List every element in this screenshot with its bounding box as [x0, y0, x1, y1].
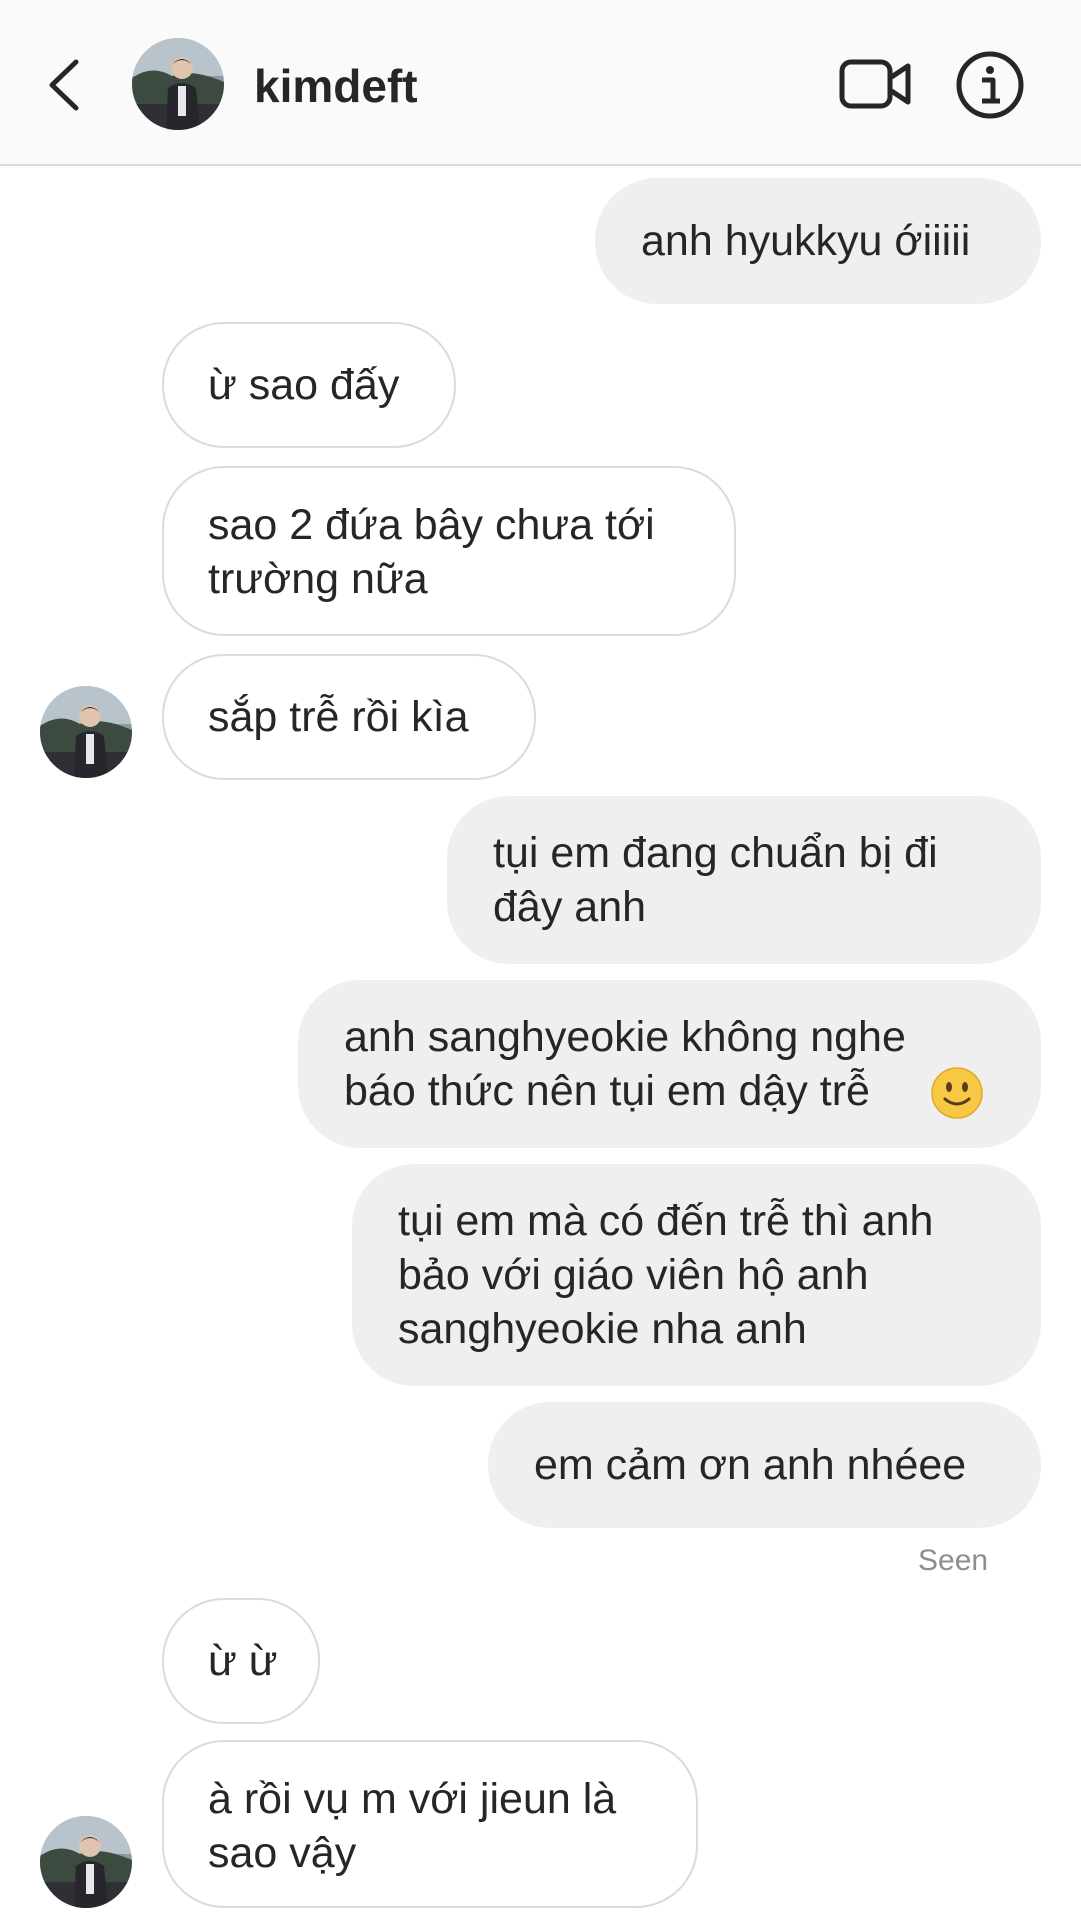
outgoing-message[interactable]: tụi em đang chuẩn bị đi đây anh: [447, 796, 1041, 964]
seen-status: Seen: [918, 1544, 989, 1577]
back-button[interactable]: [40, 52, 90, 118]
contact-avatar[interactable]: [132, 38, 224, 130]
info-icon: [956, 51, 1024, 119]
message-text: ừ ừ: [208, 1637, 278, 1685]
message-text: anh hyukkyu ớiiiii: [641, 217, 971, 265]
incoming-message[interactable]: ừ sao đấy: [162, 322, 456, 448]
message-text: sao 2 đứa bây chưa tới: [208, 501, 655, 549]
outgoing-message[interactable]: anh hyukkyu ớiiiii: [595, 178, 1041, 304]
outgoing-message[interactable]: em cảm ơn anh nhéee: [488, 1402, 1041, 1528]
incoming-message[interactable]: sắp trễ rồi kìa: [162, 654, 536, 780]
video-camera-icon: [839, 59, 911, 109]
message-text: bảo với giáo viên hộ anh: [398, 1251, 869, 1299]
incoming-message[interactable]: ừ ừ: [162, 1598, 320, 1724]
message-text: tụi em mà có đến trễ thì anh: [398, 1197, 934, 1245]
incoming-message[interactable]: à rồi vụ m với jieun là sao vậy: [162, 1740, 698, 1908]
message-text: trường nữa: [208, 555, 428, 603]
message-text: ừ sao đấy: [208, 361, 400, 409]
video-call-button[interactable]: [838, 56, 914, 114]
message-text: anh sanghyeokie không nghe: [344, 1013, 906, 1061]
outgoing-message[interactable]: tụi em mà có đến trễ thì anh bảo với giá…: [352, 1164, 1041, 1386]
outgoing-message[interactable]: anh sanghyeokie không nghe báo thức nên …: [298, 980, 1041, 1148]
contact-username[interactable]: kimdeft: [254, 56, 418, 116]
message-text: em cảm ơn anh nhéee: [534, 1441, 967, 1489]
message-text: đây anh: [493, 883, 647, 931]
message-text: sao vậy: [208, 1829, 357, 1877]
chevron-left-icon: [49, 59, 79, 111]
message-text: tụi em đang chuẩn bị đi: [493, 829, 938, 877]
message-text: sắp trễ rồi kìa: [208, 693, 469, 741]
message-text: báo thức nên tụi em dậy trễ: [344, 1067, 870, 1115]
message-thread[interactable]: anh hyukkyu ớiiiii ừ sao đấy sao 2 đứa b…: [0, 166, 1081, 1920]
info-button[interactable]: [955, 50, 1025, 120]
slightly-smiling-face-icon: [930, 1066, 984, 1120]
message-text: sanghyeokie nha anh: [398, 1305, 807, 1353]
incoming-message[interactable]: sao 2 đứa bây chưa tới trường nữa: [162, 466, 736, 636]
chat-header: kimdeft: [0, 0, 1081, 166]
message-text: à rồi vụ m với jieun là: [208, 1775, 617, 1823]
sender-avatar[interactable]: [40, 686, 132, 778]
sender-avatar[interactable]: [40, 1816, 132, 1908]
